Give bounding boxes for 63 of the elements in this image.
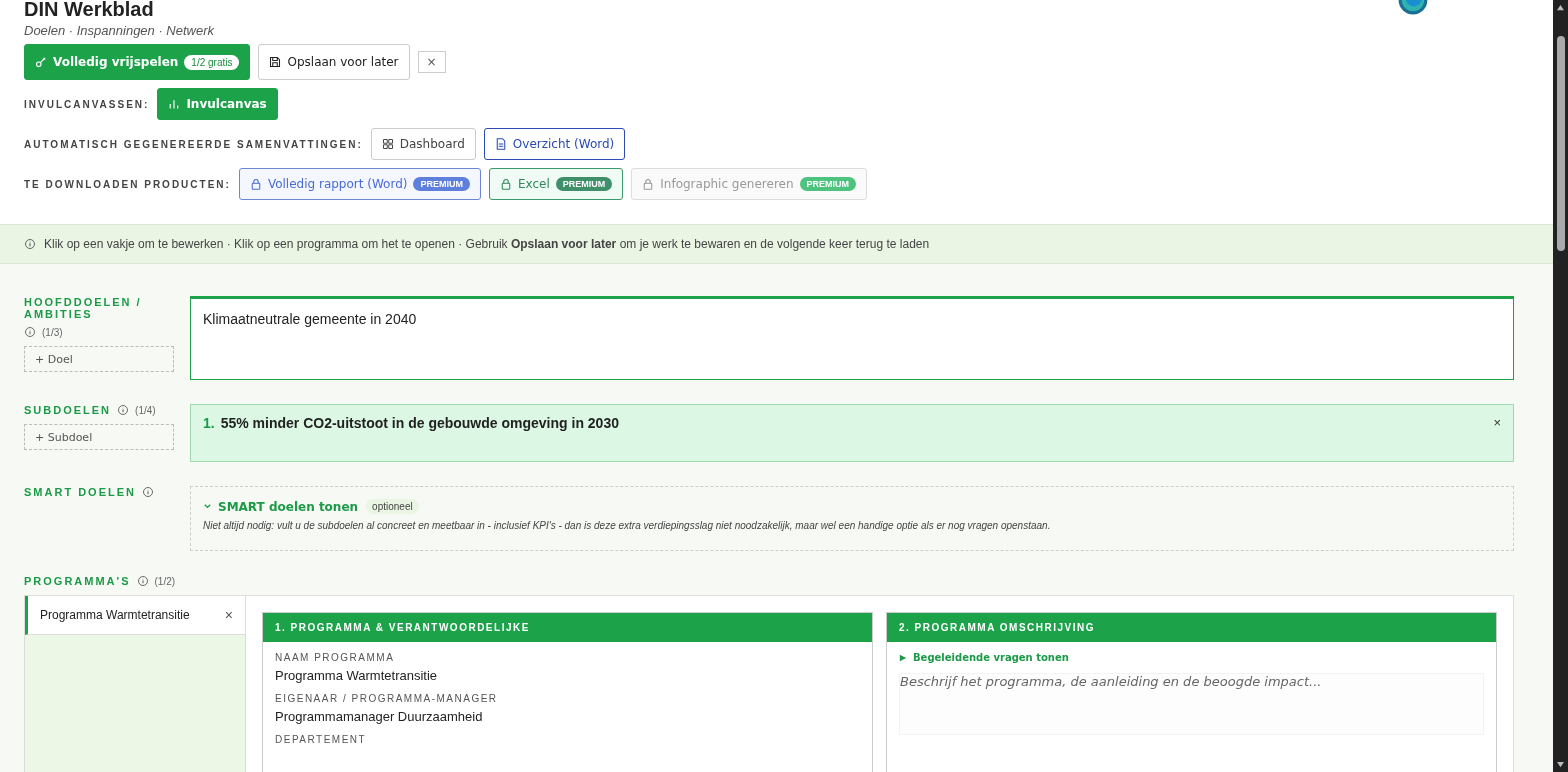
free-badge: 1/2 gratis bbox=[184, 54, 240, 70]
smart-note: Niet altijd nodig: vult u de subdoelen al concreet en meetbaar in - inclusief KPI's - dan is deze extra verdiepingsslag niet noodzakelijk, maar wel een handige optie als er nog vragen openstaan. bbox=[203, 520, 1052, 531]
field-label: EIGENAAR / PROGRAMMA-MANAGER bbox=[275, 693, 499, 704]
bar-chart-icon bbox=[168, 98, 181, 110]
triangle-right-icon bbox=[899, 653, 907, 662]
optional-badge: optioneel bbox=[366, 499, 419, 514]
section-label: INVULCANVASSEN: bbox=[24, 98, 150, 110]
field-label: NAAM PROGRAMMA bbox=[275, 652, 396, 663]
scroll-down-icon[interactable] bbox=[1556, 761, 1565, 768]
card-header: 1. PROGRAMMA & VERANTWOORDELIJKE bbox=[263, 613, 872, 642]
page-subtitle: Doelen · Inspanningen · Netwerk bbox=[24, 23, 216, 38]
info-icon bbox=[24, 238, 36, 250]
questions-toggle[interactable]: Begeleidende vragen tonen bbox=[899, 652, 1069, 663]
add-subgoal-button[interactable]: + Subdoel bbox=[24, 424, 174, 450]
tab-label: Programma Warmtetransitie bbox=[40, 608, 190, 622]
field-label: DEPARTEMENT bbox=[275, 734, 368, 745]
download-button[interactable]: Volledig rapport (Word) PREMIUM bbox=[238, 168, 481, 200]
premium-badge: PREMIUM bbox=[799, 177, 857, 191]
program-tab[interactable]: Programma Warmtetransitie × bbox=[25, 596, 245, 635]
info-icon bbox=[136, 575, 149, 587]
chevron-down-icon bbox=[203, 502, 212, 511]
add-goal-button[interactable]: + Doel bbox=[24, 346, 174, 372]
scroll-thumb[interactable] bbox=[1556, 36, 1565, 251]
document-icon bbox=[494, 138, 507, 150]
info-icon bbox=[24, 326, 36, 338]
close-button[interactable]: × bbox=[1493, 415, 1501, 430]
page-title: DIN Werkblad bbox=[24, 0, 154, 18]
summary-button[interactable]: Overzicht (Word) bbox=[483, 128, 626, 160]
lock-icon bbox=[642, 178, 655, 190]
premium-badge: PREMIUM bbox=[413, 177, 470, 191]
goal-count: (1/3) bbox=[42, 326, 63, 338]
subgoal-number: 1. bbox=[203, 415, 215, 431]
info-icon bbox=[142, 486, 154, 498]
description-field[interactable]: Beschrijf het programma, de aanleiding en de beoogde impact... bbox=[899, 673, 1484, 735]
info-icon bbox=[117, 404, 130, 416]
section-label: SMART DOELEN bbox=[24, 486, 136, 498]
section-label: PROGRAMMA'S bbox=[24, 575, 131, 587]
card-header: 2. PROGRAMMA OMSCHRIJVING bbox=[887, 613, 1496, 642]
subgoal-count: (1/4) bbox=[135, 404, 156, 416]
grid-icon bbox=[381, 138, 394, 150]
save-button[interactable]: Opslaan voor later bbox=[258, 44, 410, 80]
download-button[interactable]: Excel PREMIUM bbox=[488, 168, 624, 200]
section-label: AUTOMATISCH GEGENEREERDE SAMENVATTINGEN: bbox=[24, 138, 363, 150]
scroll-up-icon[interactable] bbox=[1556, 4, 1565, 11]
lock-icon bbox=[249, 178, 262, 190]
summary-button[interactable]: Dashboard bbox=[370, 128, 476, 160]
close-button[interactable]: × bbox=[224, 607, 233, 623]
close-button[interactable]: × bbox=[417, 51, 446, 73]
section-label: HOOFDDOELEN / AMBITIES bbox=[24, 296, 143, 320]
premium-badge: PREMIUM bbox=[555, 177, 613, 191]
info-text: Klik op een vakje om te bewerken · Klik op een programma om het te openen · Gebruik Opslaan voor later om je werk te bewaren en de volgende keer terug te laden bbox=[44, 237, 930, 251]
field-value[interactable]: Programmamanager Duurzaamheid bbox=[275, 709, 860, 724]
goal-field[interactable]: Klimaatneutrale gemeente in 2040 bbox=[190, 296, 1514, 380]
subgoal-card[interactable]: 1. 55% minder CO2-uitstoot in de gebouwde omgeving in 2030 × bbox=[190, 404, 1514, 462]
unlock-button[interactable]: Volledig vrijspelen 1/2 gratis bbox=[24, 44, 251, 80]
field-value[interactable]: Programma Warmtetransitie bbox=[275, 668, 860, 683]
section-label: TE DOWNLOADEN PRODUCTEN: bbox=[24, 178, 231, 190]
program-count: (1/2) bbox=[154, 575, 176, 587]
section-label: SUBDOELEN bbox=[24, 404, 112, 416]
key-icon bbox=[35, 56, 47, 68]
subgoal-text: 55% minder CO2-uitstoot in de gebouwde omgeving in 2030 bbox=[220, 415, 620, 431]
lock-icon bbox=[499, 178, 512, 190]
save-icon bbox=[269, 56, 282, 68]
